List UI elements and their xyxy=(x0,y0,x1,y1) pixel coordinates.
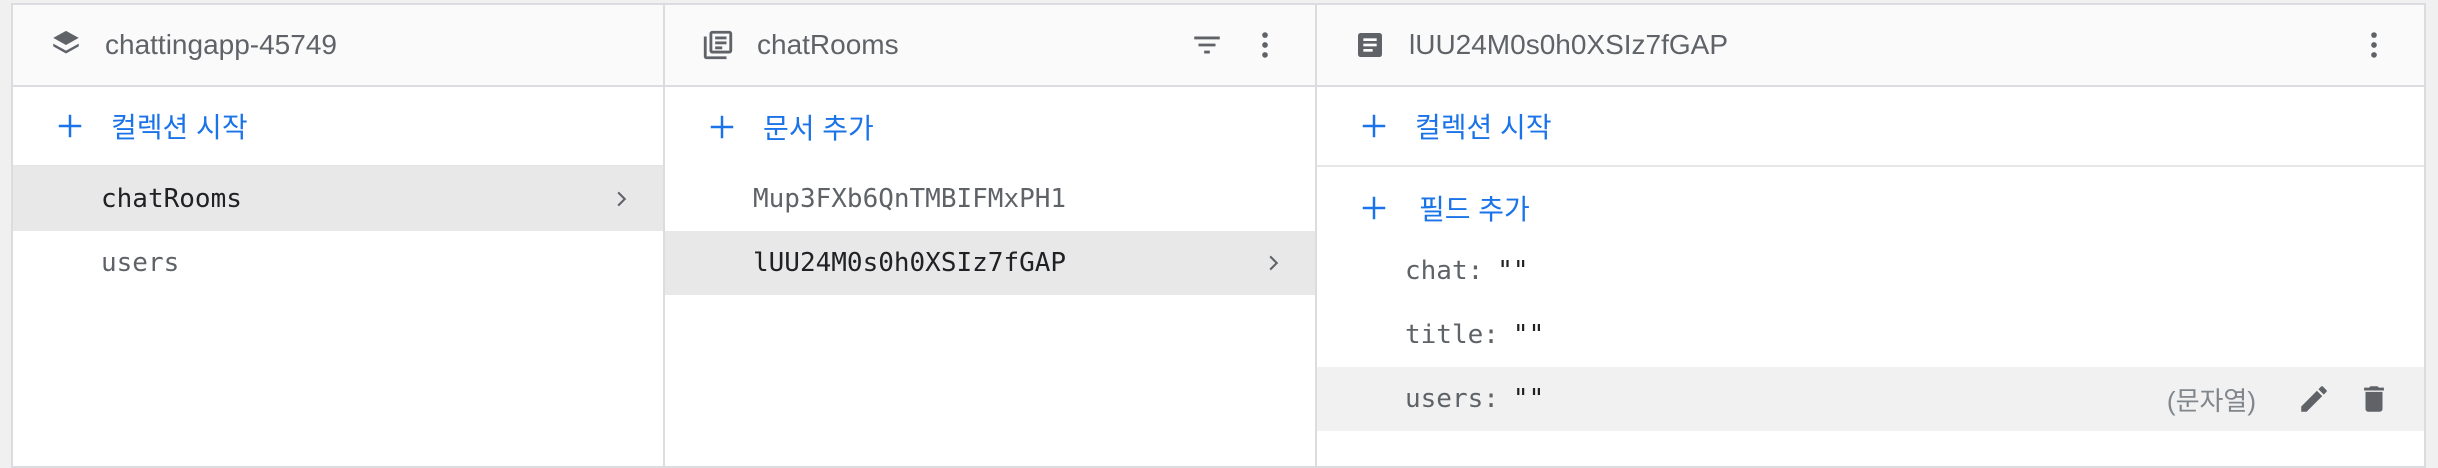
field-value: "" xyxy=(1497,256,1529,286)
collection-item-chatrooms[interactable]: chatRooms xyxy=(13,167,663,231)
document-item[interactable]: Mup3FXb6QnTMBIFMxPH1 xyxy=(665,167,1315,231)
more-vert-icon[interactable] xyxy=(2352,23,2396,67)
field-key: chat: xyxy=(1405,256,1484,286)
add-field-button[interactable]: 필드 추가 xyxy=(1317,167,2424,249)
field-value: "" xyxy=(1512,384,1545,414)
delete-trash-icon[interactable] xyxy=(2352,377,2396,421)
filter-icon[interactable] xyxy=(1185,23,1229,67)
field-value: "" xyxy=(1512,320,1545,350)
project-title: chattingapp-45749 xyxy=(105,29,337,60)
more-vert-icon[interactable] xyxy=(1243,23,1287,67)
document-item-label: lUU24M0s0h0XSIz7fGAP xyxy=(753,248,1067,278)
add-document-button[interactable]: 문서 추가 xyxy=(665,87,1315,167)
add-field-label: 필드 추가 xyxy=(1419,194,1530,225)
field-row-users[interactable]: users: "" (문자열) xyxy=(1317,367,2424,431)
field-row-chat[interactable]: chat: "" xyxy=(1317,239,2424,303)
collection-panel-header: chatRooms xyxy=(665,5,1315,87)
edit-pencil-icon[interactable] xyxy=(2292,377,2336,421)
chevron-right-icon xyxy=(607,184,637,214)
chevron-right-icon xyxy=(1259,248,1289,278)
start-subcollection-label: 컬렉션 시작 xyxy=(1415,112,1552,143)
collection-item-label: users xyxy=(101,248,180,278)
collection-icon xyxy=(699,26,737,64)
plus-icon xyxy=(1357,109,1391,143)
document-panel: lUU24M0s0h0XSIz7fGAP 컬렉션 시작 필드 추가 chat: xyxy=(1317,5,2424,466)
firestore-data-viewer: chattingapp-45749 컬렉션 시작 chatRooms users xyxy=(0,0,2438,468)
root-panel-header: chattingapp-45749 xyxy=(13,5,663,87)
plus-icon xyxy=(1357,191,1391,225)
collection-title: chatRooms xyxy=(757,29,899,60)
field-type-label: (문자열) xyxy=(2166,385,2256,416)
document-item-label: Mup3FXb6QnTMBIFMxPH1 xyxy=(753,184,1067,214)
plus-icon xyxy=(705,110,739,144)
root-panel: chattingapp-45749 컬렉션 시작 chatRooms users xyxy=(13,5,665,466)
document-panel-header: lUU24M0s0h0XSIz7fGAP xyxy=(1317,5,2424,87)
document-item[interactable]: lUU24M0s0h0XSIz7fGAP xyxy=(665,231,1315,295)
start-collection-button[interactable]: 컬렉션 시작 xyxy=(13,87,663,167)
database-stack-icon xyxy=(47,26,85,64)
field-key: title: xyxy=(1405,320,1499,350)
panel-container: chattingapp-45749 컬렉션 시작 chatRooms users xyxy=(11,3,2426,468)
field-key: users: xyxy=(1405,384,1499,414)
start-subcollection-button[interactable]: 컬렉션 시작 xyxy=(1317,87,2424,167)
start-collection-label: 컬렉션 시작 xyxy=(111,112,248,143)
document-title: lUU24M0s0h0XSIz7fGAP xyxy=(1409,29,1729,60)
field-row-title[interactable]: title: "" xyxy=(1317,303,2424,367)
collection-item-users[interactable]: users xyxy=(13,231,663,295)
collection-item-label: chatRooms xyxy=(101,184,242,214)
collection-panel: chatRooms 문서 추가 Mup3FXb6QnTMBIFMxPH1 lUU… xyxy=(665,5,1317,466)
plus-icon xyxy=(53,109,87,143)
add-document-label: 문서 추가 xyxy=(763,113,874,144)
document-icon xyxy=(1351,26,1389,64)
